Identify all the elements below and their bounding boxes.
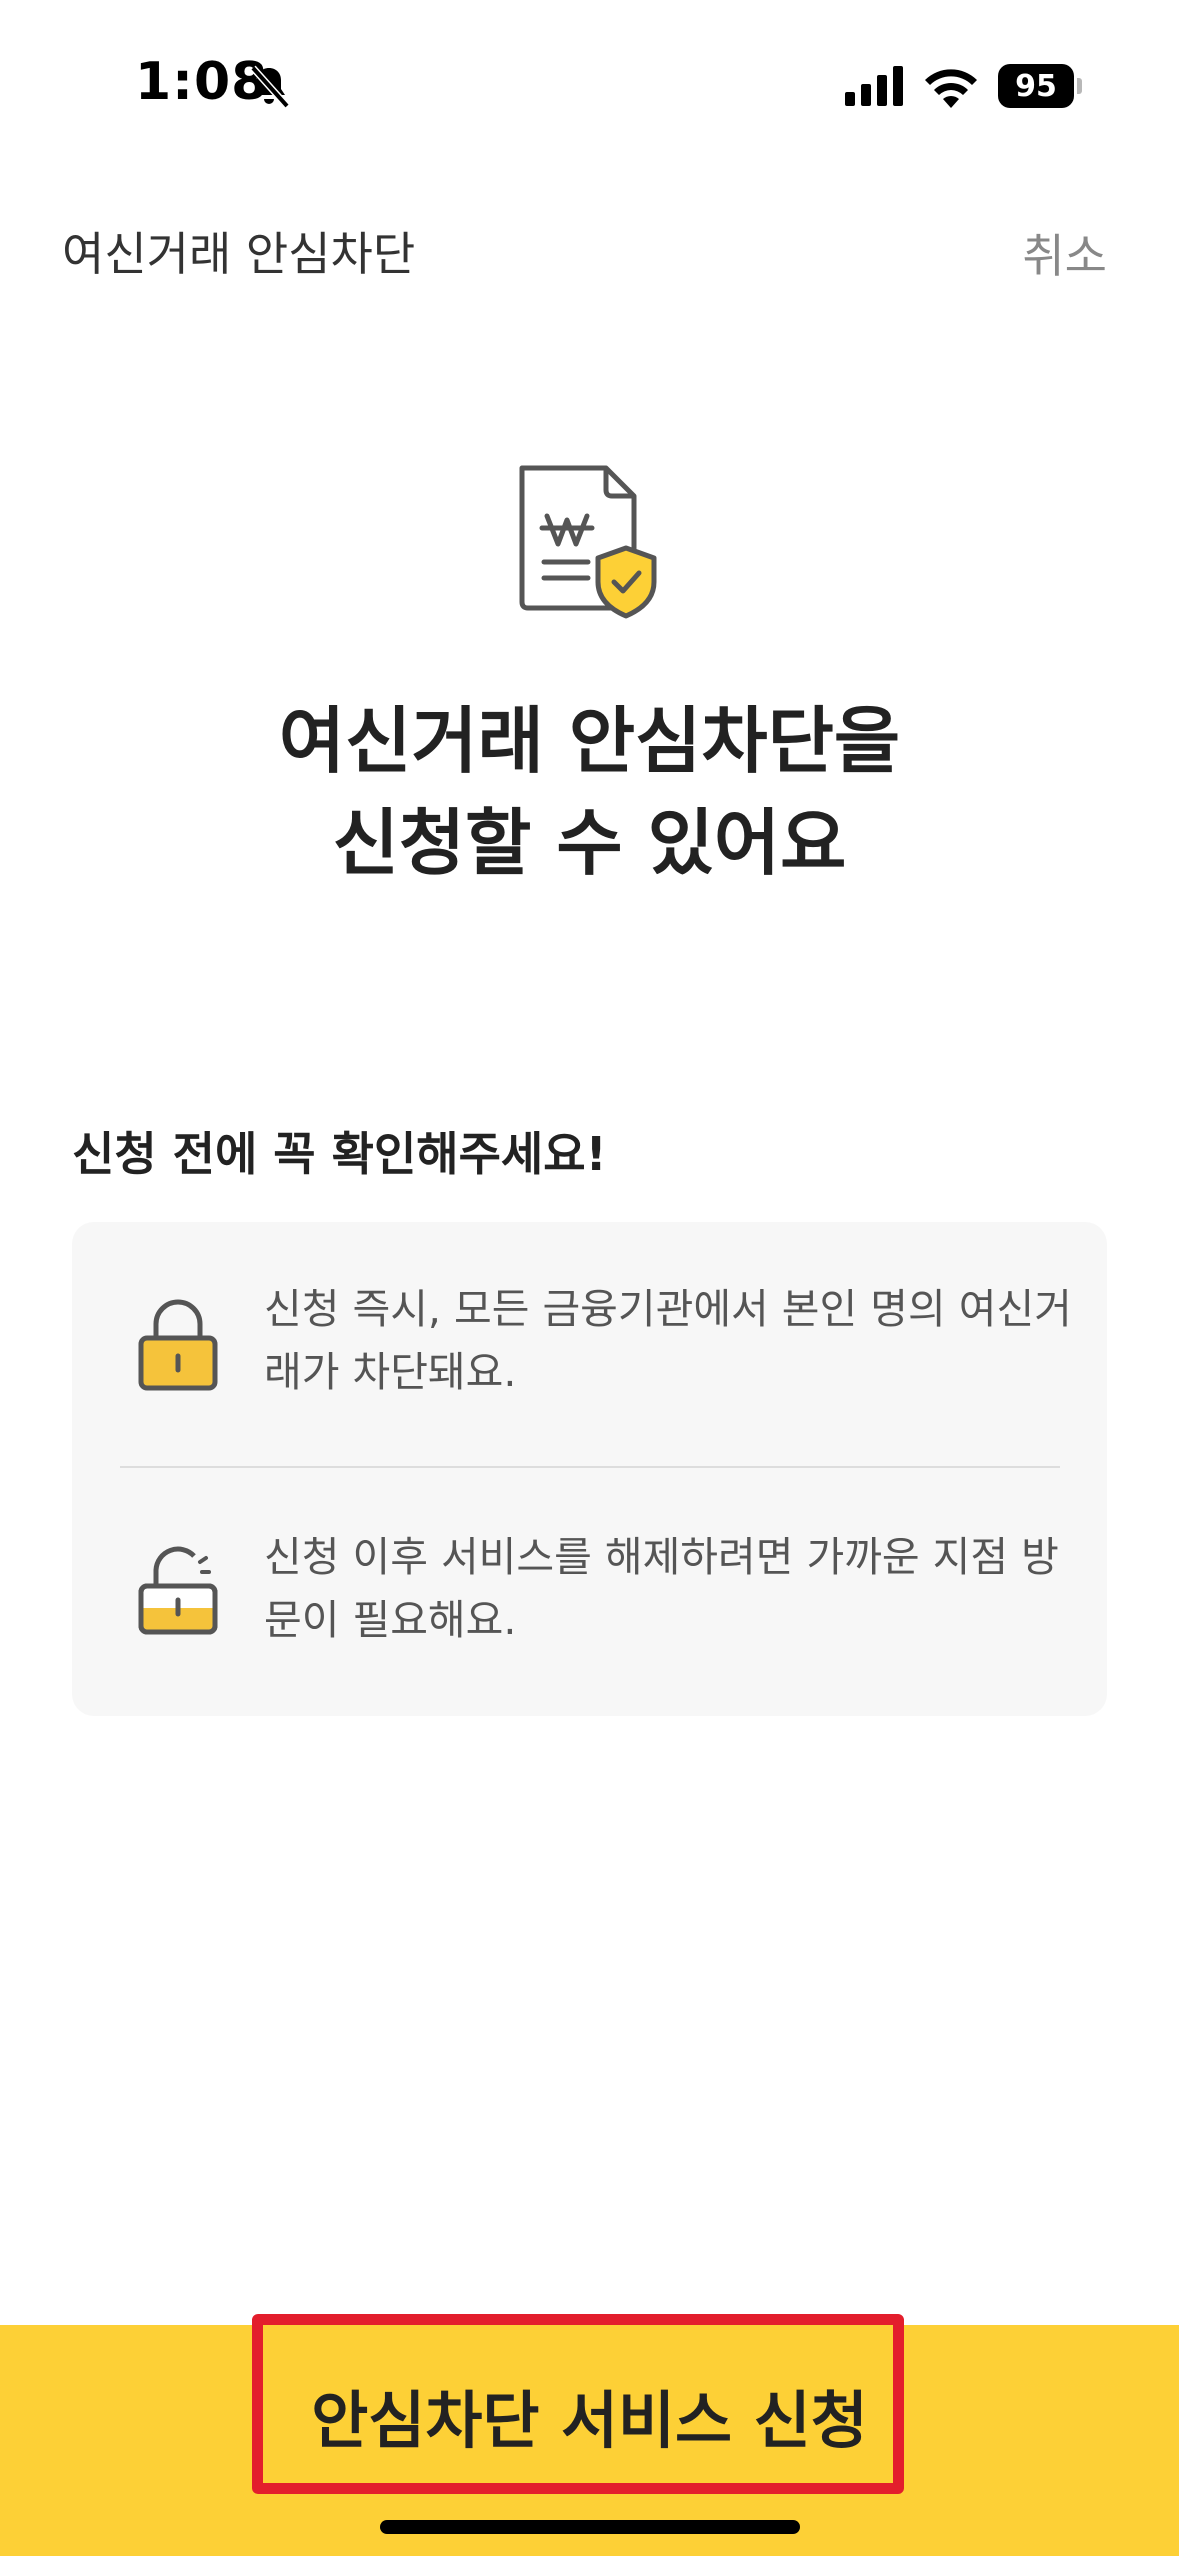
wifi-icon — [925, 69, 977, 108]
notice-card: 신청 즉시, 모든 금융기관에서 본인 명의 여신거래가 차단돼요. 신청 이후… — [72, 1222, 1107, 1716]
bell-slash-icon — [250, 65, 290, 109]
hero-title: 여신거래 안심차단을 신청할 수 있어요 — [0, 690, 1179, 894]
notice-item: 신청 즉시, 모든 금융기관에서 본인 명의 여신거래가 차단돼요. — [72, 1222, 1107, 1462]
battery-level: 95 — [998, 64, 1074, 108]
screen: 1:08 95 여신거래 안심차단 취소 여신거래 안심차단을 신청할 수 있어… — [0, 0, 1179, 2556]
document-won-shield-icon — [519, 465, 657, 619]
hero-title-line-1: 여신거래 안심차단을 — [278, 699, 901, 783]
notice-text: 신청 즉시, 모든 금융기관에서 본인 명의 여신거래가 차단돼요. — [264, 1285, 1072, 1396]
apply-service-button[interactable]: 안심차단 서비스 신청 — [0, 2325, 1179, 2505]
battery-cap — [1077, 78, 1082, 94]
notice-heading: 신청 전에 꼭 확인해주세요! — [72, 1127, 607, 1181]
unlocked-padlock-icon — [138, 1546, 218, 1635]
battery-icon: 95 — [998, 64, 1082, 108]
cellular-signal-icon — [845, 66, 903, 106]
notice-text: 신청 이후 서비스를 해제하려면 가까운 지점 방문이 필요해요. — [264, 1533, 1059, 1644]
cancel-button[interactable]: 취소 — [1022, 220, 1107, 286]
status-bar: 1:08 95 — [0, 0, 1179, 170]
notice-item: 신청 이후 서비스를 해제하려면 가까운 지점 방문이 필요해요. — [72, 1470, 1107, 1710]
divider — [120, 1466, 1060, 1468]
locked-padlock-icon — [138, 1299, 218, 1391]
home-indicator[interactable] — [380, 2520, 800, 2534]
header-title: 여신거래 안심차단 — [62, 227, 416, 281]
hero-title-line-2: 신청할 수 있어요 — [332, 801, 847, 885]
